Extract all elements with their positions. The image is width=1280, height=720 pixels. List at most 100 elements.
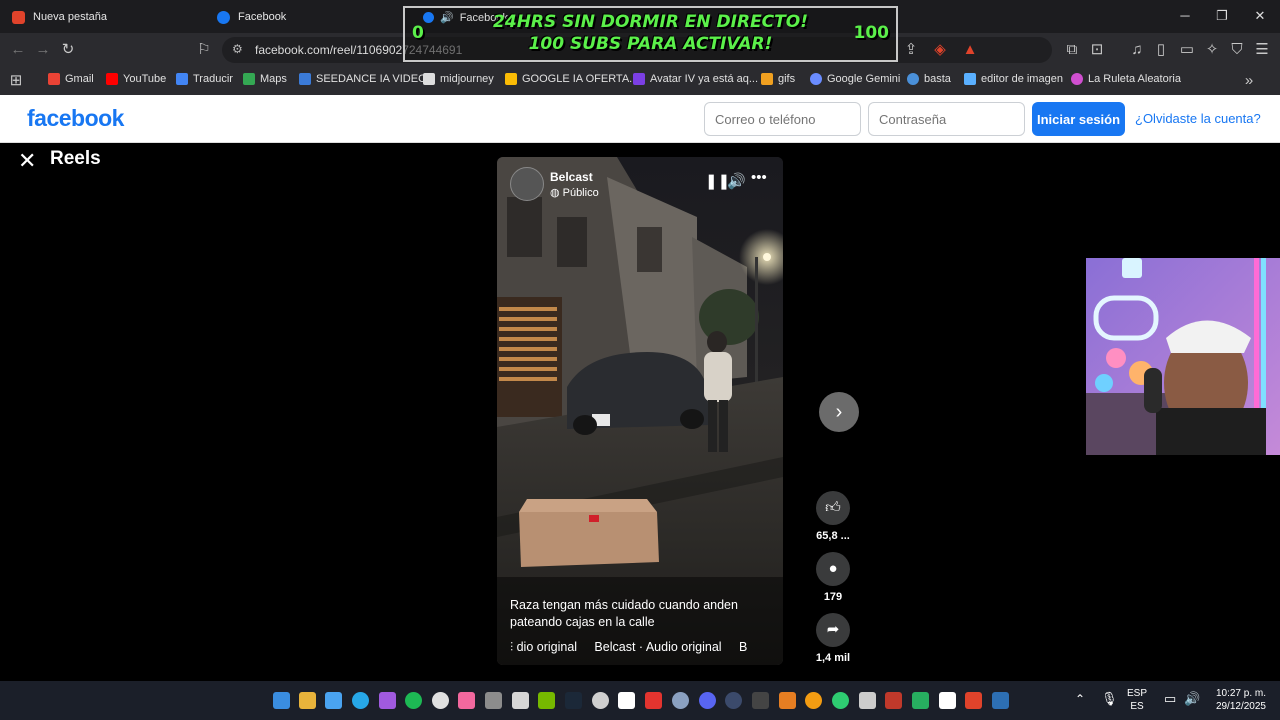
next-reel-button[interactable]: › <box>819 392 859 432</box>
bookmark-gifs[interactable]: gifs <box>761 73 795 85</box>
brave-shields-icon[interactable]: ◈ <box>931 41 949 59</box>
camera-icon[interactable] <box>485 692 502 709</box>
vpn-icon[interactable]: ⛉ <box>1228 41 1246 59</box>
stream-overlay: 🔊 Facebook 24HRS SIN DORMIR EN DIRECTO! … <box>403 6 898 62</box>
steam-icon[interactable] <box>992 692 1009 709</box>
settings-icon[interactable] <box>672 692 689 709</box>
store-icon[interactable] <box>325 692 342 709</box>
maximize-button[interactable]: ❐ <box>1207 6 1237 26</box>
bookmark-gemini[interactable]: Google Gemini <box>810 73 900 85</box>
start-icon[interactable] <box>273 692 290 709</box>
bookmark-google-ia[interactable]: GOOGLE IA OFERTA... <box>505 73 638 85</box>
bookmark-icon[interactable]: ⚐ <box>195 41 213 59</box>
obs-icon[interactable] <box>592 692 609 709</box>
minimize-button[interactable]: ─ <box>1170 6 1200 26</box>
bookmark-youtube[interactable]: YouTube <box>106 73 166 85</box>
share-button[interactable]: ➦ <box>816 613 850 647</box>
forgot-account-link[interactable]: ¿Olvidaste la cuenta? <box>1135 111 1261 126</box>
leo-ai-icon[interactable]: ✧ <box>1203 41 1221 59</box>
keyboard-code: ES <box>1130 701 1144 712</box>
back-icon[interactable]: ← <box>9 41 27 59</box>
telegram-icon[interactable] <box>352 692 369 709</box>
spotify-icon[interactable] <box>405 692 422 709</box>
discord-icon[interactable] <box>699 692 716 709</box>
like-count: 65,8 ... <box>816 530 850 542</box>
youtube-icon <box>106 73 118 85</box>
gmail-icon <box>48 73 60 85</box>
share-icon[interactable]: ⇪ <box>902 41 920 59</box>
overlay-line-2: 100 SUBS PARA ACTIVAR! <box>528 34 773 54</box>
sidebar-icon[interactable]: ▯ <box>1152 41 1170 59</box>
volume-icon[interactable]: 🔊 <box>727 172 746 190</box>
app-icon[interactable] <box>805 692 822 709</box>
language-indicator[interactable]: ESP ES <box>1127 687 1147 713</box>
app-icon[interactable] <box>379 692 396 709</box>
author-name[interactable]: Belcast <box>550 170 593 184</box>
site-info-icon[interactable]: ⚙ <box>232 42 243 56</box>
tab-new-tab[interactable]: Nueva pestaña <box>0 4 205 30</box>
close-icon[interactable]: ✕ <box>18 148 36 174</box>
tab-title: Facebook <box>238 11 287 23</box>
brave-icon[interactable] <box>965 692 982 709</box>
share-icon[interactable] <box>859 692 876 709</box>
bookmark-traducir[interactable]: Traducir <box>176 73 233 85</box>
clock[interactable]: 10:27 p. m. 29/12/2025 <box>1206 687 1266 713</box>
app-icon[interactable] <box>512 692 529 709</box>
network-icon[interactable]: ▭ <box>1164 691 1176 707</box>
forward-icon[interactable]: → <box>34 41 52 59</box>
screenshot-icon[interactable]: ⊡ <box>1088 41 1106 59</box>
audio-label[interactable]: ⫶ dio original Belcast · Audio original … <box>510 640 780 655</box>
app-icon[interactable] <box>645 692 662 709</box>
close-window-button[interactable]: ✕ <box>1245 6 1275 26</box>
app-icon[interactable] <box>779 692 796 709</box>
music-icon[interactable]: ♫ <box>1128 41 1146 59</box>
app-icon[interactable] <box>752 692 769 709</box>
nvidia-icon[interactable] <box>538 692 555 709</box>
login-button[interactable]: Iniciar sesión <box>1032 102 1125 136</box>
wallet-icon[interactable]: ▭ <box>1178 41 1196 59</box>
bookmark-avatar[interactable]: Avatar IV ya está aq... <box>633 73 758 85</box>
menu-icon[interactable]: ☰ <box>1253 41 1271 59</box>
capcut-icon[interactable] <box>618 692 635 709</box>
reels-viewer: ✕ Reels Belcast ◍ Público ❚❚ 🔊 ••• Raza … <box>0 143 1280 681</box>
bookmark-label: gifs <box>778 73 796 85</box>
bookmark-maps[interactable]: Maps <box>243 73 287 85</box>
more-bookmarks-icon[interactable]: » <box>1240 72 1258 90</box>
tray-chevron-icon[interactable]: ⌃ <box>1075 692 1085 706</box>
thumbs-up-icon: 👍︎ <box>825 499 841 516</box>
steam-icon[interactable] <box>565 692 582 709</box>
bookmark-gmail[interactable]: Gmail <box>48 73 94 85</box>
facebook-logo[interactable]: facebook <box>27 105 124 132</box>
editor-icon <box>964 73 976 85</box>
comment-button[interactable]: ● <box>816 552 850 586</box>
app-icon[interactable] <box>725 692 742 709</box>
bookmark-ruleta[interactable]: La Ruleta Aleatoria <box>1071 73 1181 85</box>
apps-grid-icon[interactable]: ⊞ <box>7 72 25 90</box>
midjourney-icon <box>423 73 435 85</box>
email-field[interactable] <box>704 102 861 136</box>
bookmark-editor[interactable]: editor de imagen <box>964 73 1063 85</box>
app-icon[interactable] <box>912 692 929 709</box>
bookmark-midjourney[interactable]: midjourney <box>423 73 494 85</box>
author-avatar[interactable] <box>510 167 544 201</box>
volume-icon[interactable]: 🔊 <box>1184 691 1200 707</box>
comment-count: 179 <box>823 591 843 603</box>
xbox-icon[interactable] <box>832 692 849 709</box>
tab-facebook[interactable]: Facebook <box>205 4 405 30</box>
bookmark-seedance[interactable]: SEEDANCE IA VIDEO <box>299 73 427 85</box>
brave-rewards-icon[interactable]: ▲ <box>961 41 979 59</box>
bookmark-basta[interactable]: basta <box>907 73 951 85</box>
copilot-icon[interactable] <box>458 692 475 709</box>
app-icon[interactable] <box>885 692 902 709</box>
app-icon[interactable] <box>432 692 449 709</box>
password-field[interactable] <box>868 102 1025 136</box>
reload-icon[interactable]: ↻ <box>59 41 77 59</box>
maps-icon <box>243 73 255 85</box>
file-explorer-icon[interactable] <box>299 692 316 709</box>
reel-video[interactable]: Belcast ◍ Público ❚❚ 🔊 ••• Raza tengan m… <box>497 157 783 665</box>
app-icon[interactable] <box>939 692 956 709</box>
extensions-icon[interactable]: ⧉ <box>1063 41 1081 59</box>
microphone-icon[interactable]: 🎙︎ <box>1101 691 1118 707</box>
more-options-icon[interactable]: ••• <box>751 169 767 186</box>
like-button[interactable]: 👍︎ <box>816 491 850 525</box>
